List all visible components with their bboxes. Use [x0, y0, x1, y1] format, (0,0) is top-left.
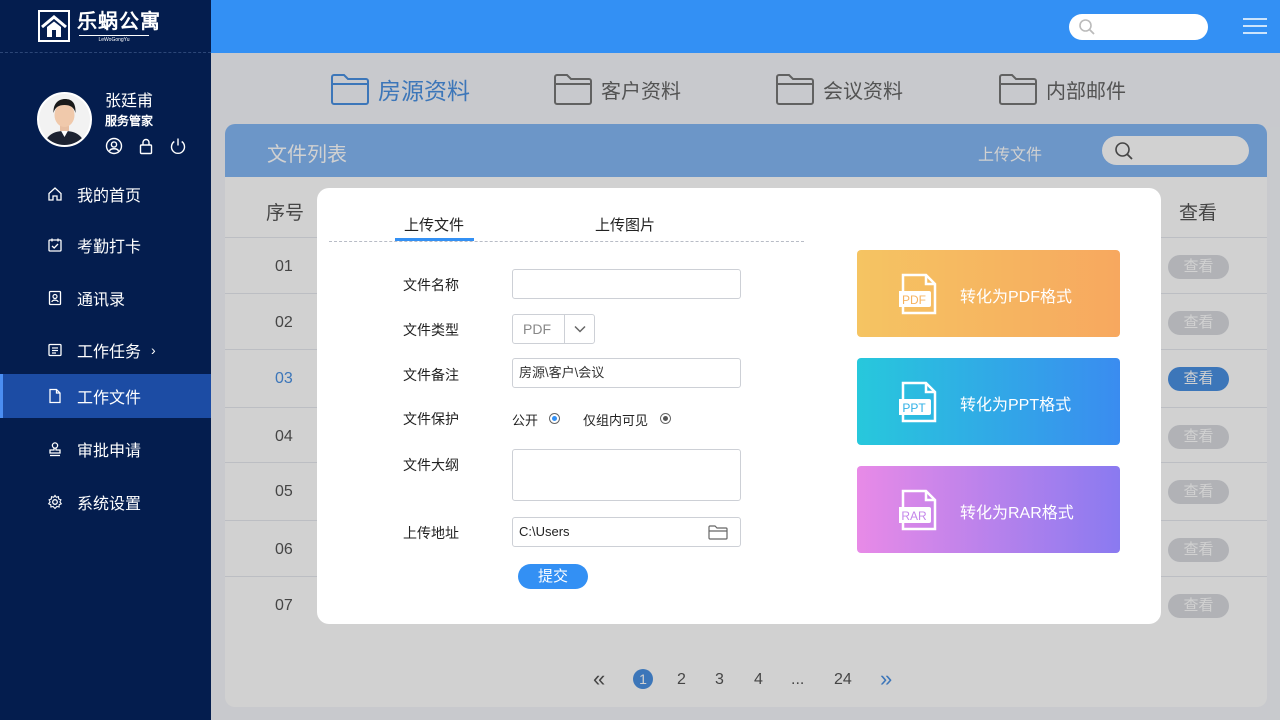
- convert-pdf-label: 转化为PDF格式: [960, 289, 1073, 306]
- convert-ppt-label: 转化为PPT格式: [960, 397, 1072, 414]
- file-type-label: 文件类型: [403, 322, 459, 338]
- chevron-down-icon: [574, 325, 586, 333]
- sidebar-item-settings[interactable]: 系统设置: [0, 480, 211, 524]
- sidebar-item-label: 工作文件: [77, 390, 142, 407]
- upload-path-input[interactable]: C:\Users: [512, 517, 741, 547]
- pdf-file-icon: PDF: [899, 273, 937, 315]
- file-protect-label: 文件保护: [403, 411, 459, 427]
- sidebar: 乐蜗公寓 LeWoGongYu 张廷甫 服务管家 我的首页 考勤打卡 通讯录 工…: [0, 0, 211, 720]
- sidebar-item-label: 审批申请: [77, 443, 142, 460]
- file-note-input[interactable]: 房源\客户\会议: [512, 358, 741, 388]
- user-role: 服务管家: [105, 114, 154, 128]
- tab-upload-file[interactable]: 上传文件: [404, 214, 464, 235]
- power-icon[interactable]: [169, 137, 187, 155]
- gear-icon: [47, 494, 63, 510]
- radio-group-only-label: 仅组内可见: [583, 413, 649, 428]
- file-outline-label: 文件大纲: [403, 457, 459, 473]
- logo-text: 乐蜗公寓: [77, 9, 161, 33]
- file-type-value: PDF: [523, 321, 551, 337]
- active-tab-indicator: [395, 238, 474, 241]
- profile-icon[interactable]: [105, 137, 123, 155]
- avatar[interactable]: [37, 92, 92, 147]
- sidebar-item-attendance[interactable]: 考勤打卡: [0, 223, 211, 267]
- calendar-check-icon: [48, 238, 62, 252]
- hamburger-menu-icon[interactable]: [1243, 17, 1267, 35]
- file-note-label: 文件备注: [403, 367, 459, 383]
- upload-path-value: C:\Users: [519, 524, 570, 539]
- sidebar-item-contacts[interactable]: 通讯录: [0, 276, 211, 320]
- select-divider: [564, 315, 565, 343]
- sidebar-item-tasks[interactable]: 工作任务 ›: [0, 328, 211, 372]
- top-bar: [211, 0, 1280, 53]
- sidebar-item-label: 我的首页: [77, 188, 142, 205]
- tab-upload-image[interactable]: 上传图片: [595, 214, 655, 235]
- house-logo-icon: [38, 10, 70, 42]
- sidebar-item-label: 考勤打卡: [77, 239, 142, 256]
- radio-public-label: 公开: [512, 413, 539, 428]
- convert-rar-label: 转化为RAR格式: [960, 505, 1074, 522]
- sidebar-item-home[interactable]: 我的首页: [0, 172, 211, 216]
- upload-modal: 上传文件 上传图片 文件名称 文件类型 PDF 文件备注 房源\客户\会议 文件…: [317, 188, 1161, 624]
- sidebar-item-files[interactable]: 工作文件: [0, 374, 211, 418]
- file-type-select[interactable]: PDF: [512, 314, 595, 344]
- rar-badge: RAR: [901, 509, 927, 523]
- sidebar-item-label: 工作任务: [77, 344, 142, 361]
- stamp-icon: [49, 442, 61, 457]
- radio-public[interactable]: [549, 413, 560, 424]
- lock-icon[interactable]: [137, 137, 155, 155]
- home-icon: [48, 187, 62, 201]
- search-icon: [1079, 19, 1095, 35]
- convert-pdf-button[interactable]: PDF 转化为PDF格式: [857, 250, 1120, 337]
- top-search-input[interactable]: [1069, 14, 1208, 40]
- sidebar-item-label: 通讯录: [77, 292, 126, 309]
- file-outline-textarea[interactable]: [512, 449, 741, 501]
- radio-group-only[interactable]: [660, 413, 671, 424]
- chevron-right-icon: ›: [151, 342, 156, 358]
- sidebar-item-approval[interactable]: 审批申请: [0, 427, 211, 471]
- file-name-input[interactable]: [512, 269, 741, 299]
- ppt-badge: PPT: [902, 401, 926, 415]
- file-name-label: 文件名称: [403, 277, 459, 293]
- convert-ppt-button[interactable]: PPT 转化为PPT格式: [857, 358, 1120, 445]
- rar-file-icon: RAR: [899, 489, 937, 531]
- task-list-icon: [48, 343, 62, 357]
- pdf-badge: PDF: [902, 293, 926, 307]
- contacts-icon: [48, 290, 62, 306]
- logo-subtitle: LeWoGongYu: [79, 35, 149, 43]
- modal-tab-bar: 上传文件 上传图片: [329, 206, 804, 242]
- folder-browse-icon[interactable]: [708, 524, 728, 540]
- sidebar-item-label: 系统设置: [77, 496, 142, 513]
- user-name: 张廷甫: [105, 93, 154, 110]
- file-icon: [49, 388, 61, 404]
- upload-path-label: 上传地址: [403, 525, 459, 541]
- logo[interactable]: 乐蜗公寓 LeWoGongYu: [0, 0, 211, 53]
- convert-rar-button[interactable]: RAR 转化为RAR格式: [857, 466, 1120, 553]
- ppt-file-icon: PPT: [899, 381, 937, 423]
- submit-button[interactable]: 提交: [518, 564, 588, 589]
- avatar-portrait-icon: [39, 94, 90, 145]
